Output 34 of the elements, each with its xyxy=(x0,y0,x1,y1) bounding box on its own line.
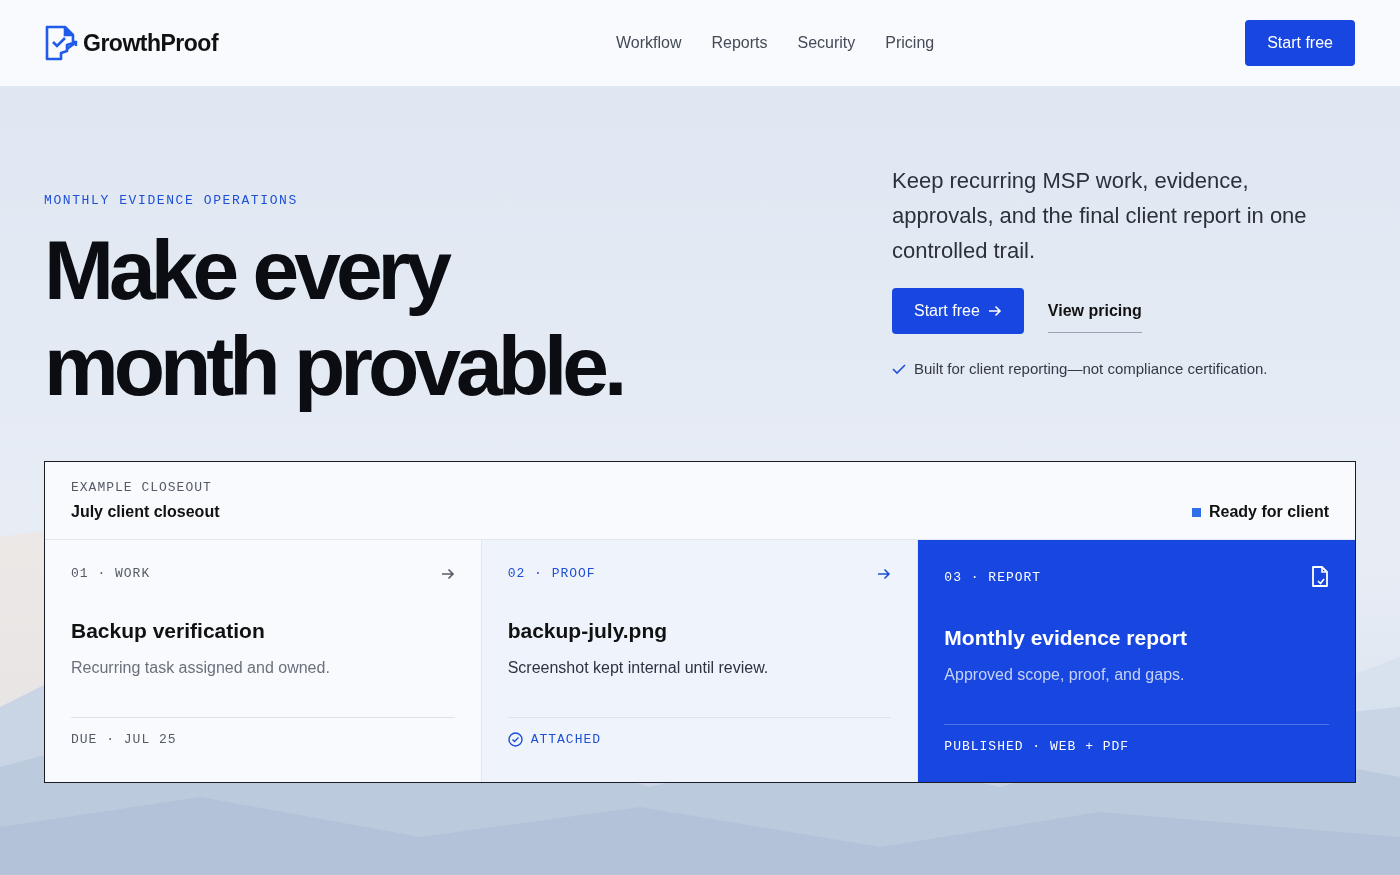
hero-title: Make every month provable. xyxy=(44,222,624,414)
document-check-icon xyxy=(1311,566,1329,588)
logo-icon xyxy=(45,25,79,61)
view-pricing-link[interactable]: View pricing xyxy=(1047,289,1142,333)
step-description: Recurring task assigned and owned. xyxy=(71,659,331,677)
card-title: July client closeout xyxy=(71,503,220,521)
arrow-icon xyxy=(987,304,1002,318)
check-circle-icon xyxy=(507,732,523,747)
step-title: Backup verification xyxy=(71,619,266,643)
step-label: 03 · REPORT xyxy=(944,569,1042,585)
arrow-icon xyxy=(877,566,892,581)
eyebrow-label: MONTHLY EVIDENCE OPERATIONS xyxy=(44,193,299,208)
step-title: Monthly evidence report xyxy=(944,626,1189,650)
step-description: Screenshot kept internal until review. xyxy=(507,659,770,677)
start-free-button[interactable]: Start free xyxy=(892,288,1024,334)
step-label: 02 · PROOF xyxy=(507,566,596,581)
nav-link[interactable]: Security xyxy=(797,34,856,52)
status-label: Ready for client xyxy=(1208,503,1329,521)
start-free-button[interactable]: Start free xyxy=(1245,20,1355,66)
brand-name: GrowthProof xyxy=(83,29,219,57)
nav-link[interactable]: Pricing xyxy=(885,34,935,52)
disclaimer-text: Built for client reporting—not compliance certification. xyxy=(914,360,1268,377)
step-label: 01 · WORK xyxy=(71,566,151,581)
step-title: backup-july.png xyxy=(507,619,669,643)
check-icon xyxy=(892,362,906,375)
step-footer: ATTACHED xyxy=(530,732,602,747)
step-footer: DUE · JUL 25 xyxy=(71,732,177,747)
nav-link[interactable]: Workflow xyxy=(615,34,682,52)
hero-description: Keep recurring MSP work, evidence, approvals, and the final client report in one controlled trail. xyxy=(892,167,1308,265)
card-eyebrow: EXAMPLE CLOSEOUT xyxy=(71,480,213,495)
arrow-icon xyxy=(440,566,455,581)
step-footer: PUBLISHED · WEB + PDF xyxy=(944,739,1130,754)
nav-link[interactable]: Reports xyxy=(711,34,768,52)
step-description: Approved scope, proof, and gaps. xyxy=(944,666,1186,684)
